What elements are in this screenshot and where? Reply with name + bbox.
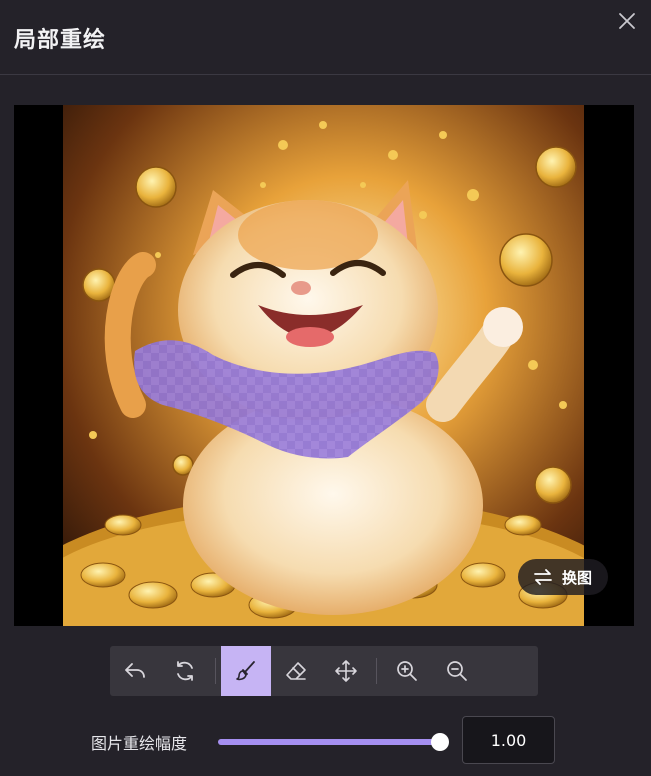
edit-toolbar: [110, 646, 538, 696]
strength-slider[interactable]: [218, 731, 449, 753]
close-icon: [619, 13, 635, 29]
zoom-out-button[interactable]: [432, 646, 482, 696]
dialog-title: 局部重绘: [14, 28, 107, 53]
swap-image-label: 换图: [561, 568, 592, 587]
slider-track: [218, 739, 440, 745]
brush-button[interactable]: [221, 646, 271, 696]
cat-with-coins-image: [63, 105, 584, 626]
move-button[interactable]: [321, 646, 371, 696]
zoom-out-icon: [447, 661, 467, 681]
strength-value-input[interactable]: 1.00: [462, 716, 555, 764]
undo-button[interactable]: [110, 646, 160, 696]
toolbar-divider: [376, 658, 377, 684]
zoom-in-icon: [397, 661, 417, 681]
undo-icon: [125, 663, 145, 678]
slider-fill: [218, 739, 440, 745]
close-button[interactable]: [617, 11, 637, 31]
zoom-in-button[interactable]: [382, 646, 432, 696]
swap-image-button[interactable]: 换图: [517, 559, 608, 595]
strength-label: 图片重绘幅度: [91, 734, 188, 753]
dialog-header: 局部重绘: [0, 0, 651, 75]
slider-handle[interactable]: [431, 733, 449, 751]
eraser-icon: [286, 662, 306, 680]
move-icon: [335, 660, 357, 682]
redo-button[interactable]: [160, 646, 210, 696]
swap-arrows-icon: [534, 569, 552, 585]
source-image[interactable]: [63, 105, 584, 626]
inpaint-canvas[interactable]: 换图: [14, 105, 634, 626]
brush-icon: [236, 661, 255, 681]
redo-icon: [177, 661, 193, 681]
eraser-button[interactable]: [271, 646, 321, 696]
toolbar-divider: [215, 658, 216, 684]
